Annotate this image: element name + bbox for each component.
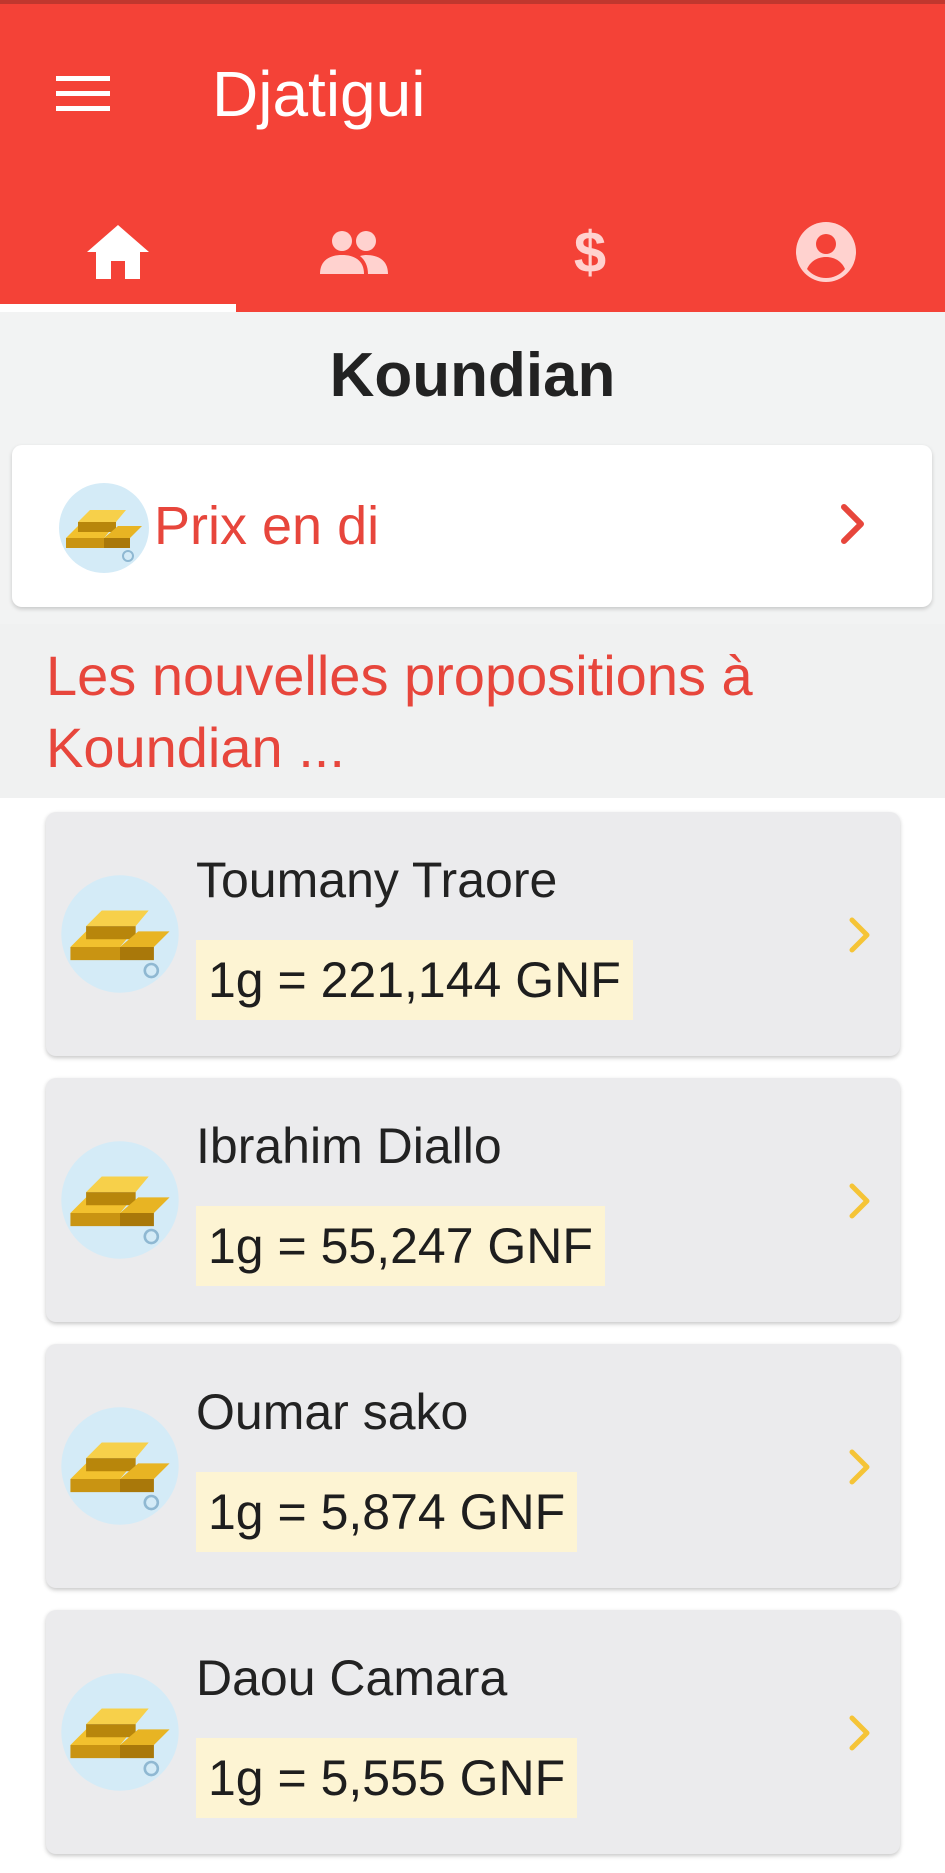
chevron-right-icon xyxy=(848,1182,872,1225)
account-icon xyxy=(796,222,856,282)
seller-name: Daou Camara xyxy=(196,1650,508,1706)
gold-bars-icon xyxy=(60,1672,180,1797)
list-item[interactable]: Toumany Traore 1g = 221,144 GNF xyxy=(46,812,900,1056)
gold-bars-icon xyxy=(58,482,150,579)
svg-text:$: $ xyxy=(574,222,606,282)
gold-bars-icon xyxy=(60,874,180,999)
price-per-gram: 1g = 5,874 GNF xyxy=(196,1472,578,1552)
seller-name: Ibrahim Diallo xyxy=(196,1118,502,1174)
seller-name: Oumar sako xyxy=(196,1384,469,1440)
list-item[interactable]: Ibrahim Diallo 1g = 55,247 GNF xyxy=(46,1078,900,1322)
list-item[interactable]: Oumar sako 1g = 5,874 GNF xyxy=(46,1344,900,1588)
chevron-right-icon xyxy=(848,1714,872,1757)
tab-dollar[interactable]: $ xyxy=(472,196,708,308)
new-propositions-heading: Les nouvelles propositions à Koundian ..… xyxy=(46,644,753,779)
home-icon xyxy=(87,225,149,279)
seller-name: Toumany Traore xyxy=(196,852,558,908)
chevron-right-icon xyxy=(840,503,866,550)
price-per-gram: 1g = 5,555 GNF xyxy=(196,1738,578,1818)
tab-indicator xyxy=(0,304,236,312)
tab-people[interactable] xyxy=(236,196,472,308)
menu-button[interactable] xyxy=(48,64,118,124)
people-icon xyxy=(320,231,388,274)
menu-icon xyxy=(56,76,110,111)
page-title: Koundian xyxy=(329,341,616,410)
tab-account[interactable] xyxy=(708,196,944,308)
gold-bars-icon xyxy=(60,1140,180,1265)
prix-label: Prix en di xyxy=(154,496,380,556)
chevron-right-icon xyxy=(848,1448,872,1491)
app-title: Djatigui xyxy=(212,58,426,130)
chevron-right-icon xyxy=(848,916,872,959)
tab-home[interactable] xyxy=(0,196,236,308)
prix-card[interactable]: Prix en di xyxy=(12,445,932,607)
list-item[interactable]: Daou Camara 1g = 5,555 GNF xyxy=(46,1610,900,1854)
price-per-gram: 1g = 55,247 GNF xyxy=(196,1206,605,1286)
price-per-gram: 1g = 221,144 GNF xyxy=(196,940,633,1020)
dollar-icon: $ xyxy=(574,222,606,282)
gold-bars-icon xyxy=(60,1406,180,1531)
